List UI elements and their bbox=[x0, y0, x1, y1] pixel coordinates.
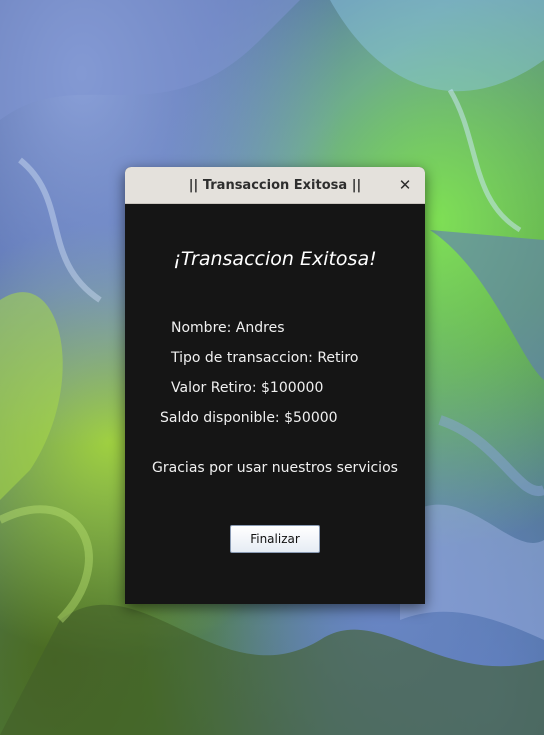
thank-you-message: Gracias por usar nuestros servicios bbox=[152, 460, 398, 476]
close-icon[interactable]: ✕ bbox=[395, 175, 415, 195]
transaction-type-label: Tipo de transaccion: Retiro bbox=[171, 350, 359, 366]
dialog-title: || Transaccion Exitosa || bbox=[188, 177, 362, 193]
dialog-content: ¡Transaccion Exitosa! Nombre: Andres Tip… bbox=[125, 204, 425, 604]
available-balance-label: Saldo disponible: $50000 bbox=[160, 410, 338, 426]
transaction-dialog: || Transaccion Exitosa || ✕ ¡Transaccion… bbox=[125, 167, 425, 604]
finish-button[interactable]: Finalizar bbox=[230, 525, 320, 553]
success-headline: ¡Transaccion Exitosa! bbox=[173, 248, 377, 270]
withdrawal-amount-label: Valor Retiro: $100000 bbox=[171, 380, 324, 396]
dialog-titlebar[interactable]: || Transaccion Exitosa || ✕ bbox=[125, 167, 425, 204]
customer-name-label: Nombre: Andres bbox=[171, 320, 285, 336]
